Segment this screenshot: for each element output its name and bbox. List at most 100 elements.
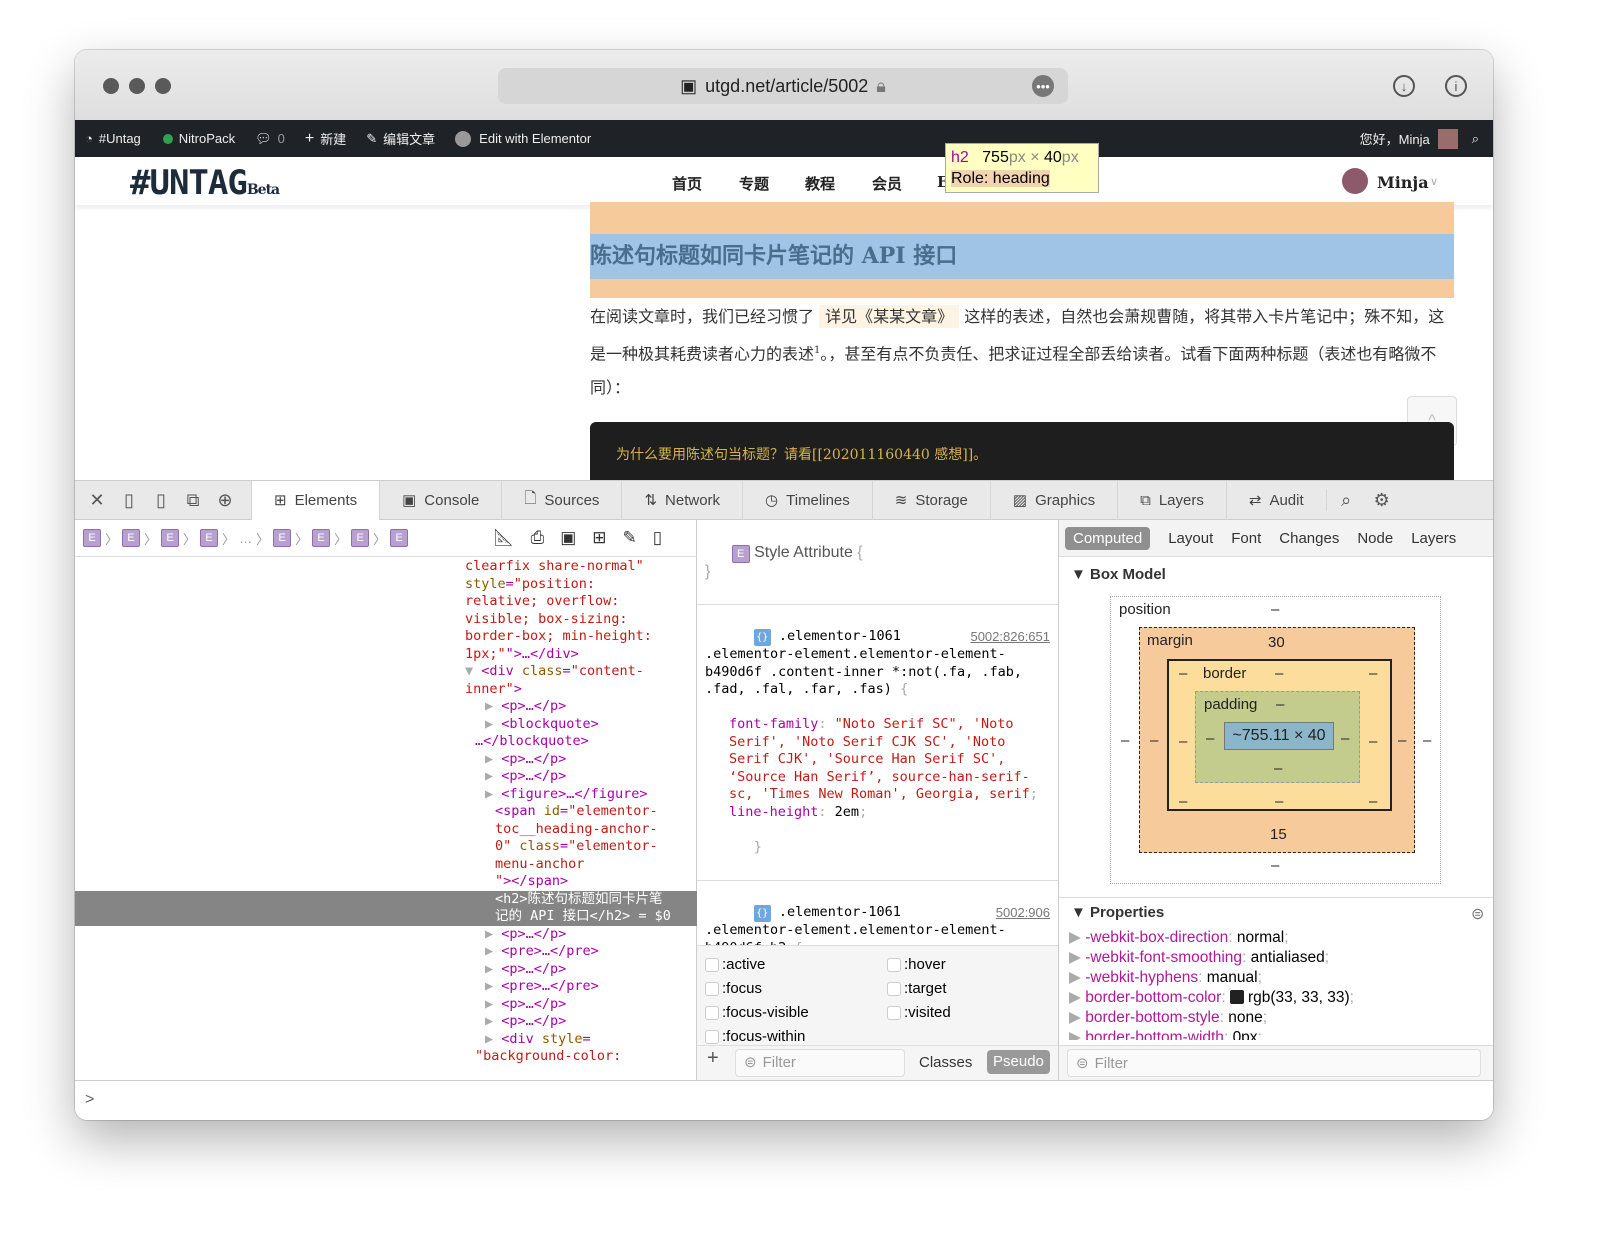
tab-console[interactable]: ▣ Console <box>379 480 501 520</box>
breadcrumb-item[interactable]: E <box>312 529 331 547</box>
dom-node[interactable]: <span id="elementor- <box>75 803 697 821</box>
pseudo-class-checkbox[interactable]: :active <box>705 956 765 974</box>
dom-node[interactable]: ▶ <pre>…</pre> <box>75 978 697 996</box>
selected-dom-node[interactable]: 记的 API 接口</h2> = $0 <box>75 908 697 926</box>
styles-filter-input[interactable]: ⊜ Filter <box>735 1049 905 1077</box>
source-link[interactable]: 5002:906 <box>996 904 1050 922</box>
color-swatch[interactable] <box>1229 990 1244 1004</box>
reference-highlight[interactable]: 详见《某某文章》 <box>819 305 960 328</box>
search-icon[interactable]: ⌕ <box>1325 489 1366 511</box>
breadcrumb-item[interactable]: E <box>351 529 370 547</box>
breadcrumb-item[interactable]: … <box>239 531 252 546</box>
dom-node[interactable]: ▶ <p>…</p> <box>75 996 697 1014</box>
crosshair-icon[interactable]: ⊕ <box>209 490 241 511</box>
more-icon[interactable]: ••• <box>1032 75 1054 97</box>
breadcrumb-item[interactable]: E <box>390 529 409 547</box>
sidebar-tab-font[interactable]: Font <box>1231 530 1261 547</box>
close-window-button[interactable] <box>103 78 119 94</box>
dom-node[interactable]: ▶ <p>…</p> <box>75 751 697 769</box>
nav-tutorials[interactable]: 教程 <box>805 173 835 194</box>
dom-node[interactable]: inner"> <box>75 681 697 699</box>
style-attribute-rule[interactable]: E Style Attribute {} <box>697 520 1058 605</box>
address-bar[interactable]: ▣ utgd.net/article/5002 🔒︎ ••• <box>498 68 1068 104</box>
breadcrumb-item[interactable]: E <box>122 529 141 547</box>
pseudo-class-checkbox[interactable]: :visited <box>887 1004 951 1022</box>
admin-site-link[interactable]: #Untag <box>99 131 141 146</box>
grid-icon[interactable]: ⊞ <box>592 528 606 548</box>
dock-left-icon[interactable]: ▯ <box>113 490 145 511</box>
computed-property[interactable]: ▶ border-bottom-width: 0px; <box>1069 1028 1489 1040</box>
pseudo-toggle[interactable]: Pseudo <box>987 1050 1050 1074</box>
close-icon[interactable]: ✕ <box>81 490 113 511</box>
classes-toggle[interactable]: Classes <box>919 1054 972 1072</box>
undock-icon[interactable]: ⧉ <box>177 490 209 511</box>
dom-node[interactable]: ▶ <figure>…</figure> <box>75 786 697 804</box>
dom-node[interactable]: clearfix share-normal" <box>75 558 697 576</box>
dom-node[interactable]: "></span> <box>75 873 697 891</box>
dom-node[interactable]: ▶ <p>…</p> <box>75 961 697 979</box>
pseudo-class-checkbox[interactable]: :focus <box>705 980 762 998</box>
disclosure-triangle-icon[interactable]: ▶ <box>1069 929 1085 946</box>
admin-avatar[interactable] <box>1437 128 1458 149</box>
sidebar-toggle-icon[interactable]: ▯ <box>653 528 662 548</box>
tab-storage[interactable]: ≋ Storage <box>871 480 990 520</box>
minimize-window-button[interactable] <box>129 78 145 94</box>
tab-layers[interactable]: ⧉ Layers <box>1117 480 1226 520</box>
nitropack-link[interactable]: NitroPack <box>179 131 235 146</box>
dom-node[interactable]: ▼ <div class="content- <box>75 663 697 681</box>
dom-node[interactable]: "background-color: <box>75 1048 697 1066</box>
greeting[interactable]: 您好，Minja <box>1360 129 1430 148</box>
breadcrumb-item[interactable]: E <box>83 529 101 547</box>
pseudo-class-checkbox[interactable]: :focus-within <box>705 1028 805 1046</box>
info-icon[interactable]: i <box>1445 75 1467 97</box>
tab-audit[interactable]: ⇄ Audit <box>1225 480 1326 520</box>
dom-node[interactable]: ▶ <p>…</p> <box>75 926 697 944</box>
disclosure-triangle-icon[interactable]: ▶ <box>1069 949 1085 966</box>
dom-node[interactable]: relative; overflow: <box>75 593 697 611</box>
nav-home[interactable]: 首页 <box>672 173 702 194</box>
console-prompt[interactable]: > <box>75 1080 1493 1120</box>
search-icon[interactable]: ⌕ <box>1472 131 1479 147</box>
dom-node[interactable]: ▶ <blockquote> <box>75 716 697 734</box>
tab-sources[interactable]: 🗋︎ Sources <box>501 480 621 520</box>
sidebar-tab-node[interactable]: Node <box>1357 530 1393 547</box>
nav-membership[interactable]: 会员 <box>872 173 902 194</box>
download-icon[interactable]: ↓ <box>1393 75 1415 97</box>
ruler-icon[interactable]: 📐︎ <box>493 528 515 548</box>
dom-node[interactable]: …</blockquote> <box>75 733 697 751</box>
box-model-header[interactable]: ▼ Box Model <box>1071 566 1166 583</box>
sidebar-tab-changes[interactable]: Changes <box>1279 530 1339 547</box>
properties-header[interactable]: ▼ Properties <box>1071 904 1164 921</box>
gear-icon[interactable]: ⚙ <box>1366 490 1398 511</box>
dom-node[interactable]: ▶ <p>…</p> <box>75 1013 697 1031</box>
dock-right-icon[interactable]: ▯ <box>145 490 177 511</box>
pseudo-class-checkbox[interactable]: :hover <box>887 956 946 974</box>
css-rule-content-inner[interactable]: 5002:826:651{} .elementor-1061 .elemento… <box>697 605 1058 881</box>
tab-timelines[interactable]: ◷ Timelines <box>742 480 872 520</box>
tab-network[interactable]: ⇅ Network <box>621 480 742 520</box>
breadcrumb-item[interactable]: E <box>273 529 292 547</box>
edit-elementor-link[interactable]: Edit with Elementor <box>479 131 591 146</box>
computed-property[interactable]: ▶ -webkit-hyphens: manual; <box>1069 968 1489 988</box>
article-heading[interactable]: 陈述句标题如同卡片笔记的 API 接口 <box>590 234 1454 279</box>
list-icon[interactable]: ⊜ <box>1471 904 1484 924</box>
site-logo[interactable]: #UNTAGBeta <box>130 163 280 203</box>
tab-graphics[interactable]: ▨ Graphics <box>989 480 1117 520</box>
dom-node[interactable]: style="position: <box>75 576 697 594</box>
dom-node[interactable]: visible; box-sizing: <box>75 611 697 629</box>
dom-node[interactable]: ▶ <p>…</p> <box>75 768 697 786</box>
dom-node[interactable]: ▶ <p>…</p> <box>75 698 697 716</box>
edit-post-link[interactable]: 编辑文章 <box>383 129 435 148</box>
nav-topics[interactable]: 专题 <box>739 173 769 194</box>
sidebar-tab-layout[interactable]: Layout <box>1168 530 1213 547</box>
dark-mode-icon[interactable]: ▣ <box>560 528 576 548</box>
new-link[interactable]: 新建 <box>320 129 346 148</box>
dom-node[interactable]: border-box; min-height: <box>75 628 697 646</box>
disclosure-triangle-icon[interactable]: ▶ <box>1069 989 1085 1006</box>
computed-property[interactable]: ▶ border-bottom-color: rgb(33, 33, 33); <box>1069 988 1489 1008</box>
paintbrush-icon[interactable]: ✎ <box>623 528 637 548</box>
pseudo-class-checkbox[interactable]: :target <box>887 980 947 998</box>
computed-property[interactable]: ▶ -webkit-box-direction: normal; <box>1069 928 1489 948</box>
user-avatar[interactable] <box>1342 168 1368 194</box>
dom-node[interactable]: ▶ <div style= <box>75 1031 697 1049</box>
